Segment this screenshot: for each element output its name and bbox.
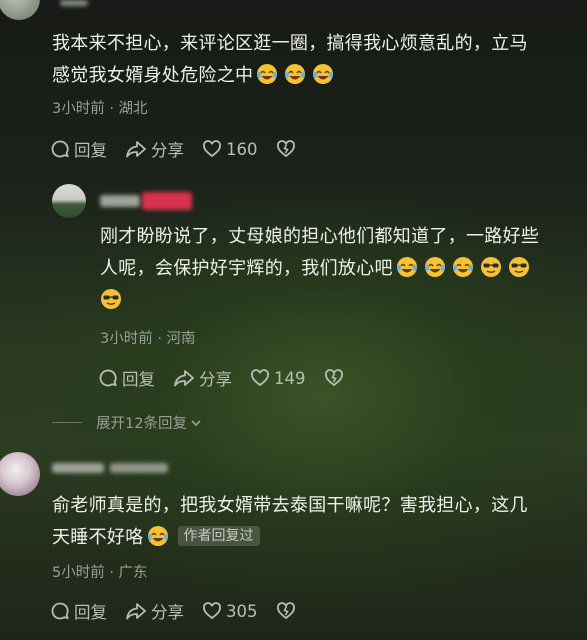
laughing-tears-emoji	[312, 63, 334, 85]
comment-actions: 回复 分享 149	[98, 366, 366, 390]
share-label: 分享	[151, 141, 184, 160]
reply-button[interactable]: 回复	[98, 366, 155, 390]
comment-text: 刚才盼盼说了，丈母娘的担心他们都知道了，一路好些 人呢，会保护好宇辉的，我们放心…	[100, 221, 585, 317]
comment-meta: 5小时前 · 广东	[52, 565, 148, 581]
share-button[interactable]: 分享	[125, 599, 184, 623]
reply-label: 回复	[74, 603, 107, 622]
laughing-tears-emoji	[284, 63, 306, 85]
reply-icon	[51, 140, 69, 158]
share-button[interactable]: 分享	[125, 137, 184, 161]
comment-text: 我本来不担心，来评论区逛一圈，搞得我心烦意乱的，立马 感觉我女婿身处危险之中	[52, 28, 582, 92]
author-replied-badge: 作者回复过	[177, 526, 260, 546]
heart-icon	[203, 140, 221, 158]
chevron-down-icon	[191, 419, 201, 426]
laughing-tears-emoji	[424, 256, 446, 278]
expand-replies-button[interactable]: 展开12条回复	[96, 412, 203, 433]
share-label: 分享	[199, 370, 232, 389]
like-button[interactable]: 305	[202, 601, 258, 621]
dislike-heart-icon	[276, 602, 295, 620]
dislike-heart-icon	[324, 369, 343, 387]
reply-button[interactable]: 回复	[50, 137, 107, 161]
comment-text: 俞老师真是的，把我女婿带去泰国干嘛呢？害我担心，这几 天睡不好咯 作者回复过	[52, 490, 582, 554]
username-blurred[interactable]	[142, 192, 192, 210]
comment-actions: 回复 分享 305	[50, 599, 318, 623]
like-count: 149	[274, 368, 306, 388]
reply-icon	[99, 369, 117, 387]
share-button[interactable]: 分享	[173, 366, 232, 390]
sunglasses-emoji	[480, 256, 502, 278]
like-button[interactable]: 160	[202, 139, 258, 159]
divider	[52, 422, 82, 423]
expand-replies-label: 展开12条回复	[96, 416, 187, 432]
username-blurred[interactable]	[100, 195, 140, 207]
comment-line: 天睡不好咯 作者回复过	[52, 522, 582, 554]
like-button[interactable]: 149	[250, 368, 306, 388]
comment-meta: 3小时前 · 湖北	[52, 101, 148, 117]
share-icon	[174, 370, 194, 387]
share-label: 分享	[151, 603, 184, 622]
avatar[interactable]	[52, 184, 86, 218]
dislike-button[interactable]	[324, 368, 348, 388]
comment-line: 我本来不担心，来评论区逛一圈，搞得我心烦意乱的，立马	[52, 33, 528, 54]
comment-line	[100, 285, 585, 317]
heart-icon	[251, 369, 269, 387]
comment-line: 俞老师真是的，把我女婿带去泰国干嘛呢？害我担心，这几	[52, 495, 528, 516]
username-blurred[interactable]	[60, 0, 88, 6]
laughing-tears-emoji	[396, 256, 418, 278]
share-icon	[126, 603, 146, 620]
reply-label: 回复	[74, 141, 107, 160]
like-count: 160	[226, 139, 258, 159]
comment-line: 刚才盼盼说了，丈母娘的担心他们都知道了，一路好些	[100, 226, 540, 247]
avatar[interactable]	[0, 452, 40, 496]
username-blurred[interactable]	[110, 463, 168, 473]
laughing-tears-emoji	[452, 256, 474, 278]
sunglasses-emoji	[508, 256, 530, 278]
heart-icon	[203, 602, 221, 620]
reply-label: 回复	[122, 370, 155, 389]
laughing-tears-emoji	[147, 525, 169, 547]
username-blurred[interactable]	[52, 463, 104, 473]
comment-meta: 3小时前 · 河南	[100, 331, 196, 347]
dislike-button[interactable]	[276, 139, 300, 159]
laughing-tears-emoji	[256, 63, 278, 85]
comment-line: 感觉我女婿身处危险之中	[52, 60, 582, 92]
reply-icon	[51, 602, 69, 620]
reply-button[interactable]: 回复	[50, 599, 107, 623]
dislike-heart-icon	[276, 140, 295, 158]
like-count: 305	[226, 601, 258, 621]
avatar[interactable]	[0, 0, 40, 20]
dislike-button[interactable]	[276, 601, 300, 621]
comment-line: 人呢，会保护好宇辉的，我们放心吧	[100, 253, 585, 285]
sunglasses-emoji	[100, 288, 122, 310]
share-icon	[126, 141, 146, 158]
comment-actions: 回复 分享 160	[50, 137, 318, 161]
